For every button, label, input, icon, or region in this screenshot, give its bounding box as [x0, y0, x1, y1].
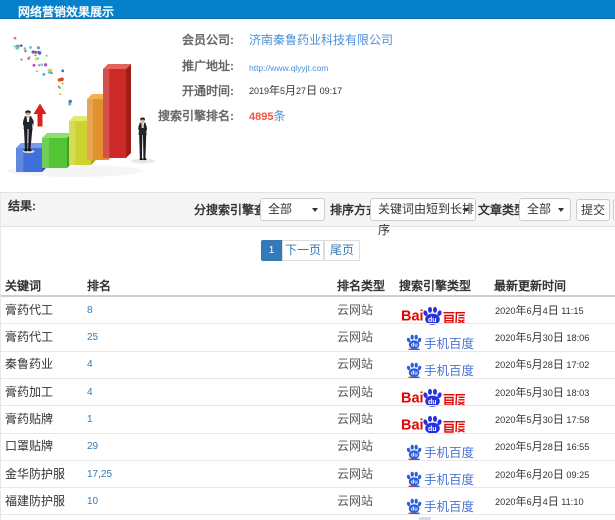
svg-text:du: du [411, 343, 418, 349]
svg-text:du: du [411, 479, 418, 485]
svg-text:Bai: Bai [401, 308, 424, 324]
svg-text:Bai: Bai [401, 418, 424, 434]
svg-text:du: du [411, 452, 418, 458]
svg-text:du: du [411, 507, 418, 513]
svg-text:Bai: Bai [401, 390, 424, 406]
svg-text:du: du [411, 370, 418, 376]
